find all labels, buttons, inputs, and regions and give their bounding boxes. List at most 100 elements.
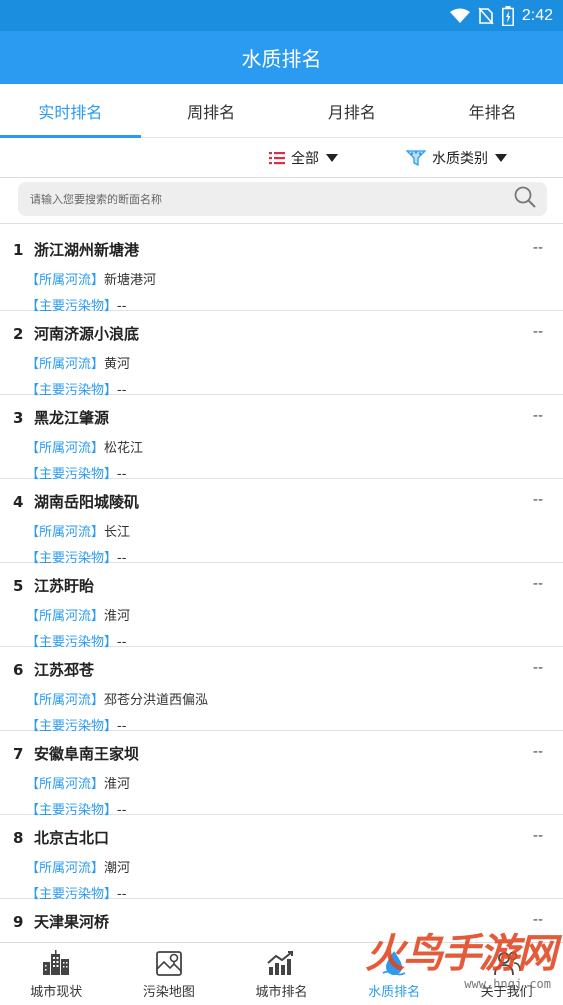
station-title: 5 江苏盱眙 — [13, 575, 94, 596]
caret-down-icon — [326, 153, 338, 162]
status-bar: 2:42 — [0, 0, 563, 31]
station-name: 河南济源小浪底 — [34, 325, 140, 343]
tab-realtime[interactable]: 实时排名 — [0, 84, 141, 138]
river-line: 【所属河流】黄河 — [26, 353, 130, 372]
station-name: 北京古北口 — [34, 829, 110, 847]
station-title: 7 安徽阜南王家坝 — [13, 743, 139, 764]
list-item[interactable]: 9 天津果河桥 -- — [0, 899, 563, 942]
river-value: 长江 — [104, 525, 131, 540]
river-line: 【所属河流】新塘港河 — [26, 269, 156, 288]
search-input[interactable] — [30, 192, 513, 206]
search-box — [18, 182, 547, 216]
list-item[interactable]: 5 江苏盱眙 -- 【所属河流】淮河 【主要污染物】-- — [0, 563, 563, 650]
river-line: 【所属河流】邳苍分洪道西偏泓 — [26, 689, 208, 708]
station-name: 湖南岳阳城陵矶 — [34, 493, 140, 511]
list-item[interactable]: 7 安徽阜南王家坝 -- 【所属河流】淮河 【主要污染物】-- — [0, 731, 563, 818]
water-grade: -- — [532, 408, 543, 424]
station-title: 1 浙江湖州新塘港 — [13, 239, 139, 260]
water-grade: -- — [532, 660, 543, 676]
rank-number: 1 — [13, 241, 24, 259]
river-value: 淮河 — [104, 777, 131, 792]
river-line: 【所属河流】长江 — [26, 521, 130, 540]
bar-trend-icon — [266, 948, 296, 978]
tab-label: 年排名 — [468, 102, 517, 122]
ranking-tabs: 实时排名 周排名 月排名 年排名 — [0, 84, 563, 138]
funnel-icon — [406, 149, 426, 167]
list-item[interactable]: 3 黑龙江肇源 -- 【所属河流】松花江 【主要污染物】-- — [0, 395, 563, 482]
list-item[interactable]: 4 湖南岳阳城陵矶 -- 【所属河流】长江 【主要污染物】-- — [0, 479, 563, 566]
city-buildings-icon — [41, 948, 71, 978]
water-grade: -- — [532, 576, 543, 592]
river-value: 邳苍分洪道西偏泓 — [104, 693, 209, 708]
station-name: 江苏邳苍 — [34, 661, 95, 679]
bottom-nav: 城市现状 污染地图 城市排名 水质排名 关于我们 — [0, 942, 563, 1005]
rank-number: 3 — [13, 409, 24, 427]
tab-weekly[interactable]: 周排名 — [141, 84, 282, 137]
no-sim-icon — [478, 6, 494, 25]
river-label: 【所属河流】 — [26, 609, 105, 624]
scope-filter-dropdown[interactable]: 全部 — [269, 148, 338, 168]
river-value: 松花江 — [104, 441, 144, 456]
river-line: 【所属河流】潮河 — [26, 857, 130, 876]
wifi-icon — [449, 8, 470, 23]
nav-city-ranking[interactable]: 城市排名 — [225, 943, 338, 1005]
river-label: 【所属河流】 — [26, 693, 105, 708]
search-icon[interactable] — [513, 185, 537, 213]
river-label: 【所属河流】 — [26, 777, 105, 792]
nav-water-ranking[interactable]: 水质排名 — [338, 943, 451, 1005]
app-bar: 水质排名 — [0, 31, 563, 84]
river-value: 新塘港河 — [104, 273, 157, 288]
water-grade: -- — [532, 828, 543, 844]
list-item[interactable]: 1 浙江湖州新塘港 -- 【所属河流】新塘港河 【主要污染物】-- — [0, 227, 563, 314]
filter-row: 全部 水质类别 — [0, 138, 563, 178]
scope-filter-label: 全部 — [291, 150, 319, 167]
tab-label: 周排名 — [187, 102, 236, 122]
water-grade: -- — [532, 240, 543, 256]
station-title: 3 黑龙江肇源 — [13, 407, 109, 428]
rank-number: 5 — [13, 577, 24, 595]
river-label: 【所属河流】 — [26, 861, 105, 876]
category-filter-dropdown[interactable]: 水质类别 — [406, 148, 507, 168]
list-item[interactable]: 6 江苏邳苍 -- 【所属河流】邳苍分洪道西偏泓 【主要污染物】-- — [0, 647, 563, 734]
river-label: 【所属河流】 — [26, 441, 105, 456]
river-value: 潮河 — [104, 861, 131, 876]
river-label: 【所属河流】 — [26, 273, 105, 288]
water-drop-icon — [379, 948, 409, 978]
station-name: 天津果河桥 — [34, 913, 110, 931]
water-grade: -- — [532, 912, 543, 928]
battery-icon — [501, 5, 514, 26]
nav-city-status[interactable]: 城市现状 — [0, 943, 113, 1005]
nav-label: 城市排名 — [255, 985, 308, 1000]
tab-label: 实时排名 — [38, 102, 103, 122]
rank-number: 7 — [13, 745, 24, 763]
river-label: 【所属河流】 — [26, 357, 105, 372]
river-line: 【所属河流】淮河 — [26, 605, 130, 624]
list-item[interactable]: 2 河南济源小浪底 -- 【所属河流】黄河 【主要污染物】-- — [0, 311, 563, 398]
nav-pollution-map[interactable]: 污染地图 — [113, 943, 226, 1005]
station-name: 江苏盱眙 — [34, 577, 95, 595]
station-title: 4 湖南岳阳城陵矶 — [13, 491, 139, 512]
nav-label: 关于我们 — [480, 985, 533, 1000]
station-name: 黑龙江肇源 — [34, 409, 110, 427]
tab-yearly[interactable]: 年排名 — [422, 84, 563, 137]
river-label: 【所属河流】 — [26, 525, 105, 540]
river-line: 【所属河流】松花江 — [26, 437, 143, 456]
river-value: 淮河 — [104, 609, 131, 624]
station-title: 9 天津果河桥 — [13, 911, 109, 932]
rank-number: 8 — [13, 829, 24, 847]
list-item[interactable]: 8 北京古北口 -- 【所属河流】潮河 【主要污染物】-- — [0, 815, 563, 902]
ranking-list: 1 浙江湖州新塘港 -- 【所属河流】新塘港河 【主要污染物】-- 2 河南济源小浪… — [0, 227, 563, 942]
station-title: 2 河南济源小浪底 — [13, 323, 139, 344]
station-name: 浙江湖州新塘港 — [34, 241, 140, 259]
search-section — [0, 178, 563, 224]
nav-about-us[interactable]: 关于我们 — [450, 943, 563, 1005]
nav-label: 污染地图 — [142, 985, 195, 1000]
tab-monthly[interactable]: 月排名 — [282, 84, 423, 137]
list-icon — [269, 151, 285, 165]
category-filter-label: 水质类别 — [432, 150, 488, 167]
station-title: 6 江苏邳苍 — [13, 659, 94, 680]
river-value: 黄河 — [104, 357, 131, 372]
people-icon — [492, 948, 522, 978]
map-pin-icon — [155, 948, 183, 978]
tab-label: 月排名 — [327, 102, 376, 122]
